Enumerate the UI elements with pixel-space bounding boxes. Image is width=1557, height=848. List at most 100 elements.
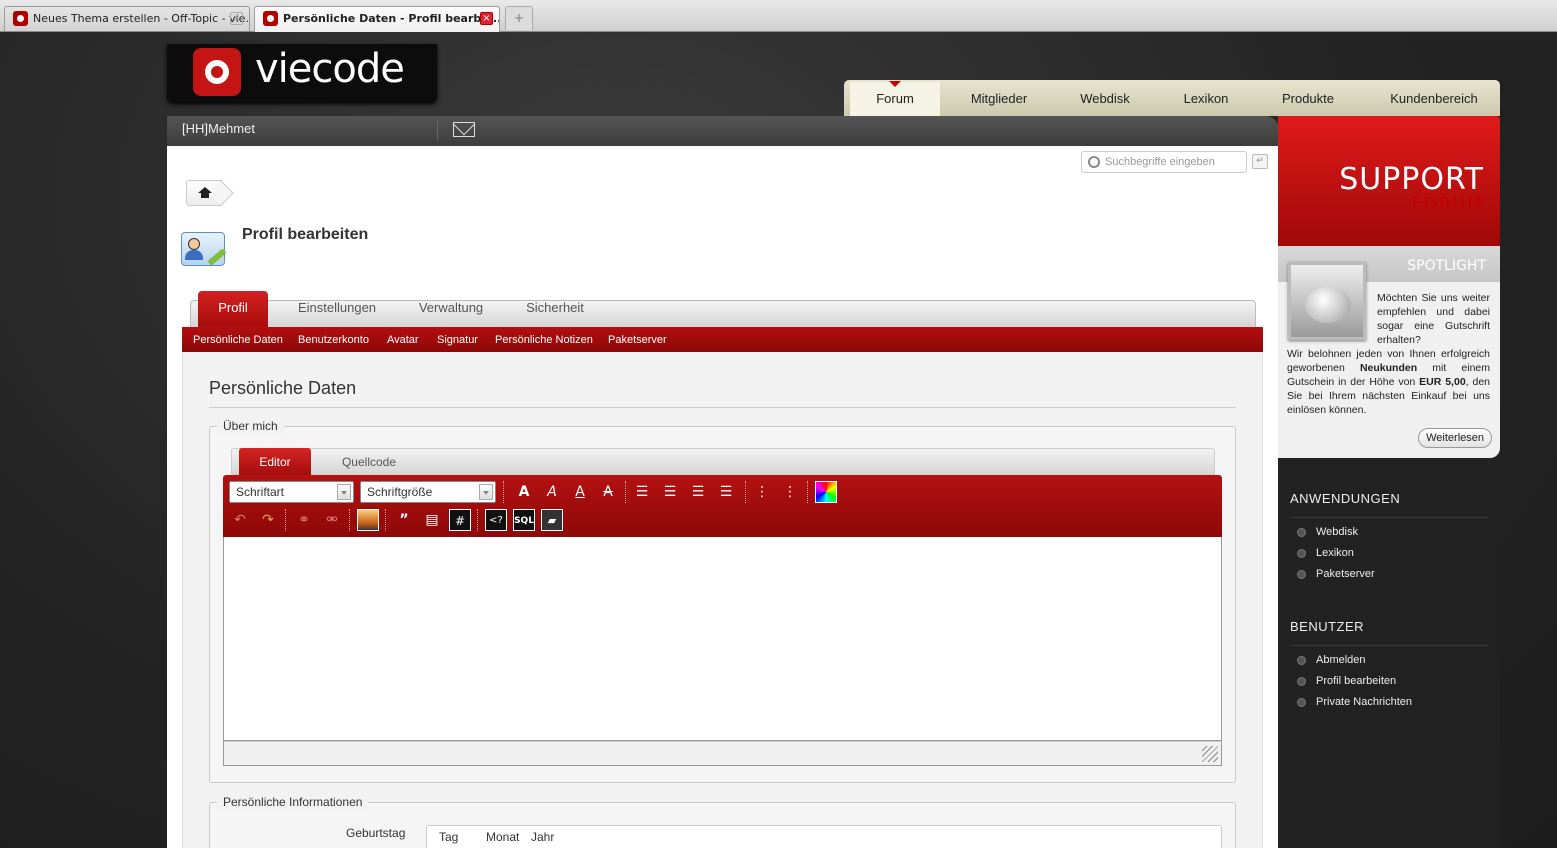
toolbar-divider (807, 481, 808, 503)
tab-sicherheit[interactable]: Sicherheit (513, 291, 597, 327)
quote-icon[interactable]: ” (393, 509, 415, 531)
birthday-month-label: Monat (486, 830, 520, 844)
spotlight-title: SPOTLIGHT (1407, 258, 1486, 274)
main-navigation: Forum Mitglieder Webdisk Lexikon Produkt… (844, 80, 1500, 116)
align-justify-icon[interactable]: ☰ (715, 481, 737, 503)
divider (1290, 517, 1488, 518)
spotlight-text: Möchten Sie uns weiter empfehlen und dab… (1287, 291, 1490, 417)
browser-tab-title: Persönliche Daten - Profil bearbe... (283, 12, 500, 25)
read-more-button[interactable]: Weiterlesen (1418, 428, 1492, 448)
mail-icon[interactable] (453, 122, 475, 137)
browser-tab[interactable]: Neues Thema erstellen - Off-Topic - vie.… (4, 6, 250, 31)
support-subtitle: FORUM (1411, 194, 1484, 214)
browser-tab-title: Neues Thema erstellen - Off-Topic - vie.… (33, 12, 250, 25)
tab-profil[interactable]: Profil (198, 291, 268, 328)
numbered-list-icon[interactable]: ⋮ (779, 481, 801, 503)
sql-code-icon[interactable]: SQL (513, 509, 535, 531)
align-center-icon[interactable]: ☰ (659, 481, 681, 503)
search-submit-icon[interactable]: ↵ (1252, 154, 1268, 169)
underline-icon[interactable]: A (569, 481, 591, 503)
align-left-icon[interactable]: ☰ (631, 481, 653, 503)
home-icon[interactable] (198, 187, 212, 199)
sidebar-item-webdisk[interactable]: Webdisk (1297, 526, 1358, 538)
image-icon[interactable] (357, 509, 379, 531)
unlink-icon[interactable]: ⚮ (321, 509, 343, 531)
site-logo[interactable]: viecode (167, 44, 437, 102)
browser-tab-active[interactable]: Persönliche Daten - Profil bearbe... × (254, 6, 500, 32)
subnav-paketserver[interactable]: Paketserver (608, 327, 667, 353)
section-title: Persönliche Daten (209, 378, 357, 398)
user-bar: [HH]Mehmet (167, 116, 1279, 146)
sidebar-item-label: Webdisk (1316, 526, 1358, 538)
font-family-value: Schriftart (236, 485, 285, 499)
page-title: Profil bearbeiten (242, 226, 369, 243)
subnav-persoenliche-notizen[interactable]: Persönliche Notizen (495, 327, 593, 353)
color-picker-icon[interactable] (815, 481, 837, 503)
spotlight-lead: Möchten Sie uns weiter empfehlen und dab… (1377, 292, 1490, 346)
sidebar-item-private-nachrichten[interactable]: Private Nachrichten (1297, 696, 1412, 708)
bold-icon[interactable]: A (513, 481, 535, 503)
redo-icon[interactable]: ↷ (257, 509, 279, 531)
toolbar-divider (503, 481, 504, 503)
birthday-year-label: Jahr (531, 830, 555, 844)
comment-icon[interactable]: ▤ (421, 509, 443, 531)
divider (437, 120, 438, 140)
toolbar-divider (285, 509, 286, 531)
subnav-signatur[interactable]: Signatur (437, 327, 478, 353)
hash-icon[interactable]: # (449, 509, 471, 531)
font-family-select[interactable]: Schriftart (229, 481, 354, 503)
resize-grip-icon[interactable] (1202, 746, 1218, 762)
toolbar-divider (477, 509, 478, 531)
strikethrough-icon[interactable]: A (597, 481, 619, 503)
sidebar-item-lexikon[interactable]: Lexikon (1297, 547, 1354, 559)
search-input[interactable]: Suchbegriffe eingeben (1081, 151, 1247, 173)
arrow-bullet-icon (1297, 677, 1306, 686)
font-size-select[interactable]: Schriftgröße (360, 481, 496, 503)
bullet-list-icon[interactable]: ⋮ (751, 481, 773, 503)
sidebar-item-paketserver[interactable]: Paketserver (1297, 568, 1375, 580)
code-block-icon[interactable]: ▰ (541, 509, 563, 531)
sidebar-item-label: Paketserver (1316, 568, 1375, 580)
align-right-icon[interactable]: ☰ (687, 481, 709, 503)
spotlight-amount: EUR 5,00 (1419, 376, 1466, 388)
sidebar: SUPPORT FORUM SPOTLIGHT Möchten Sie uns … (1278, 116, 1500, 848)
arrow-bullet-icon (1297, 528, 1306, 537)
tab-einstellungen[interactable]: Einstellungen (287, 291, 387, 327)
about-me-textarea[interactable] (223, 537, 1222, 741)
sidebar-heading-apps: ANWENDUNGEN (1290, 491, 1401, 506)
new-tab-button[interactable]: + (505, 6, 533, 30)
chevron-down-icon (337, 484, 351, 500)
tab-verwaltung[interactable]: Verwaltung (407, 291, 495, 327)
main-content: Suchbegriffe eingeben ↵ Profil bearbeite… (167, 146, 1278, 848)
close-icon[interactable]: × (230, 12, 243, 25)
subnav-benutzerkonto[interactable]: Benutzerkonto (298, 327, 369, 353)
nav-kundenbereich[interactable]: Kundenbereich (1374, 81, 1494, 117)
link-icon[interactable]: ⚭ (293, 509, 315, 531)
nav-lexikon[interactable]: Lexikon (1164, 81, 1248, 117)
toolbar-divider (745, 481, 746, 503)
subnav-avatar[interactable]: Avatar (387, 327, 419, 353)
sidebar-item-abmelden[interactable]: Abmelden (1297, 654, 1366, 666)
sidebar-item-profil-bearbeiten[interactable]: Profil bearbeiten (1297, 675, 1397, 687)
username-link[interactable]: [HH]Mehmet (182, 116, 255, 142)
tab-quellcode[interactable]: Quellcode (329, 448, 409, 476)
toolbar-divider (385, 509, 386, 531)
nav-mitglieder[interactable]: Mitglieder (954, 81, 1044, 117)
nav-webdisk[interactable]: Webdisk (1062, 81, 1148, 117)
fieldset-legend: Über mich (217, 419, 284, 433)
close-icon[interactable]: × (480, 12, 493, 25)
font-size-value: Schriftgröße (367, 485, 433, 499)
tab-editor[interactable]: Editor (239, 448, 311, 476)
breadcrumb[interactable] (186, 180, 222, 206)
sidebar-item-label: Profil bearbeiten (1316, 675, 1397, 687)
php-code-icon[interactable]: <? (485, 509, 507, 531)
italic-icon[interactable]: A (541, 481, 563, 503)
undo-icon[interactable]: ↶ (229, 509, 251, 531)
nav-forum[interactable]: Forum (850, 81, 940, 116)
nav-produkte[interactable]: Produkte (1264, 81, 1352, 117)
subnav-persoenliche-daten[interactable]: Persönliche Daten (193, 327, 283, 353)
sidebar-item-label: Abmelden (1316, 654, 1366, 666)
support-forum-banner[interactable]: SUPPORT FORUM (1278, 116, 1500, 246)
sidebar-item-label: Lexikon (1316, 547, 1354, 559)
editor-resize-bar[interactable] (223, 741, 1222, 766)
